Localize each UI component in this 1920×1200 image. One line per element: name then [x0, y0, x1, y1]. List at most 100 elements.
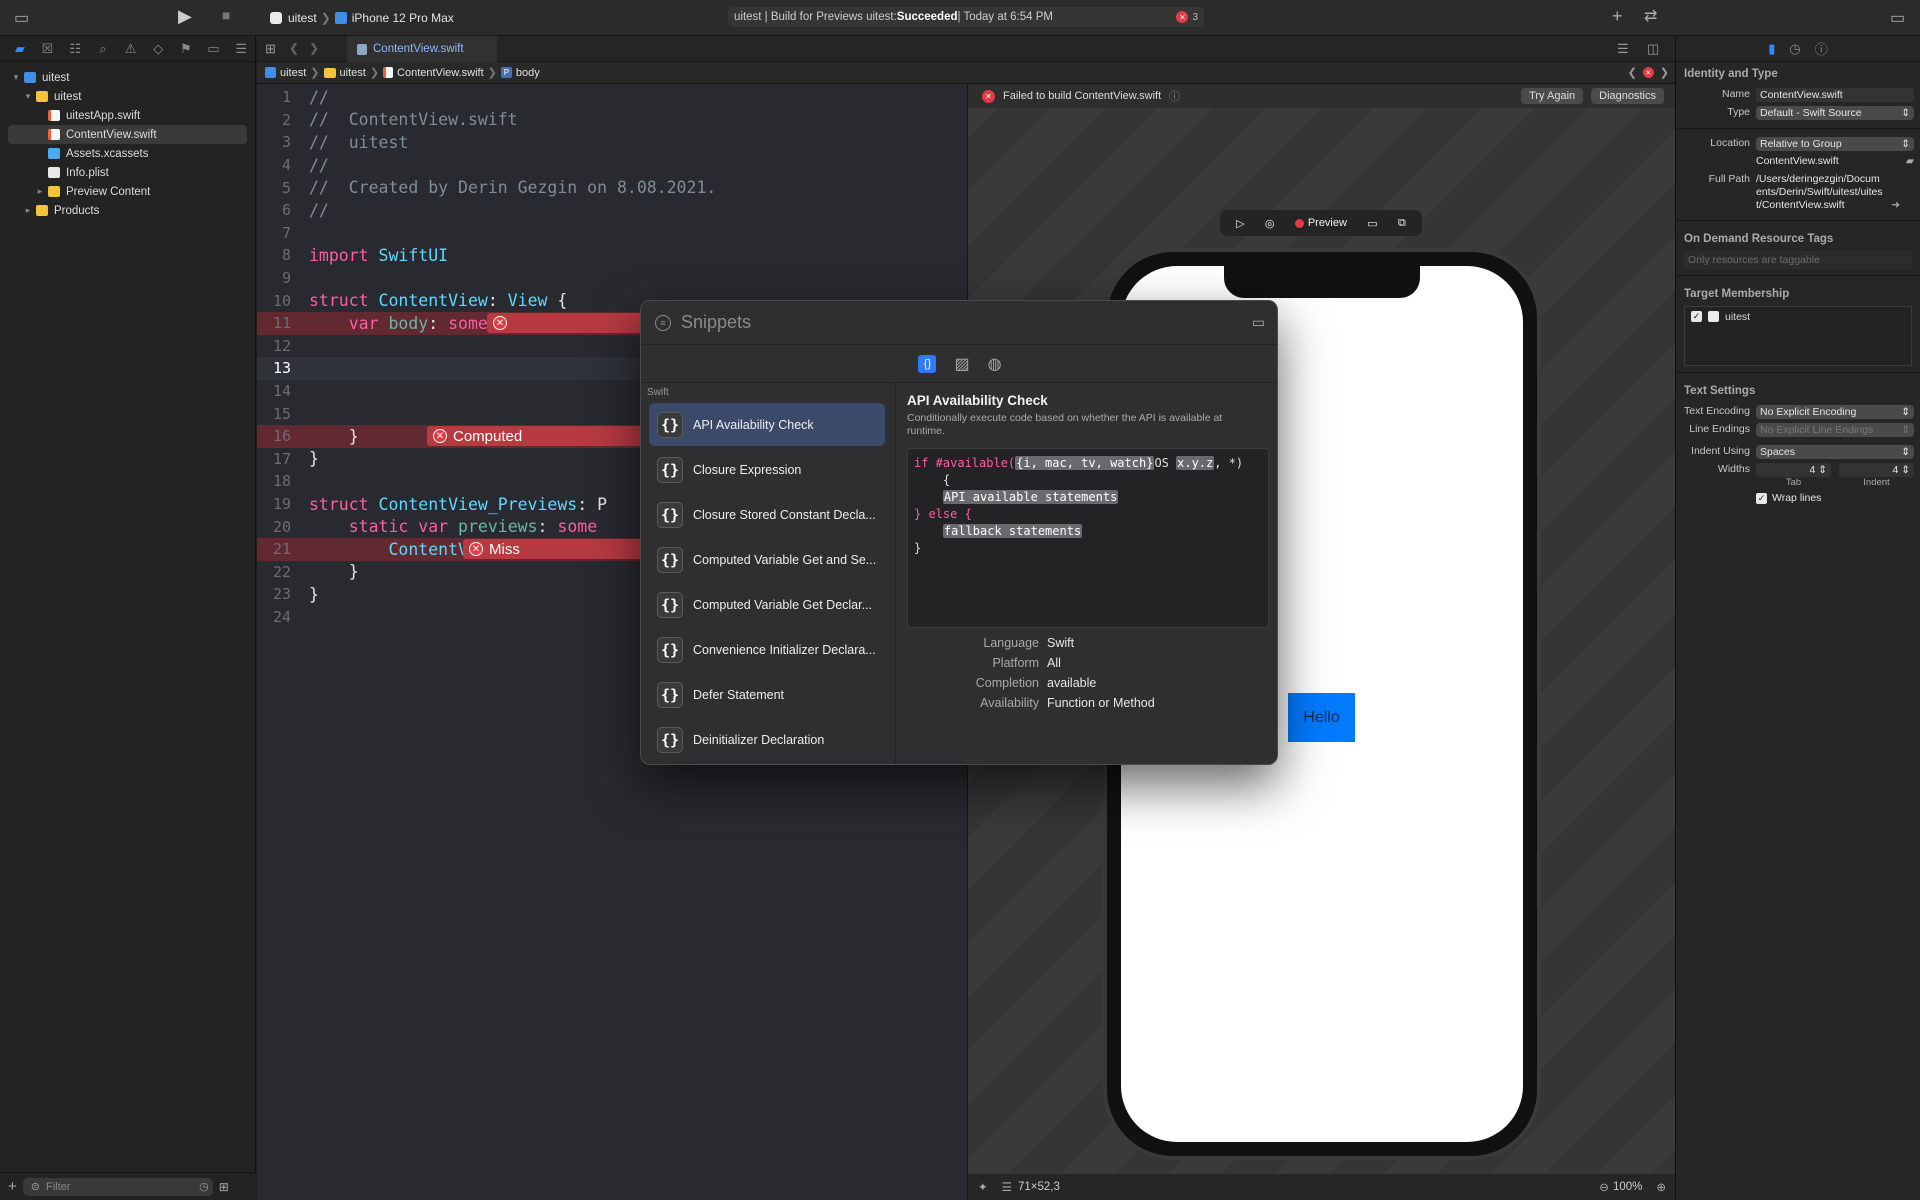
folder-icon[interactable]: ▰ — [6, 41, 34, 57]
preview-button[interactable]: Preview — [1294, 217, 1347, 229]
encoding-select[interactable]: No Explicit Encoding ⇕ — [1756, 405, 1914, 419]
breakpoint-icon[interactable]: ▭ — [200, 41, 228, 57]
inspector-toggle-icon[interactable]: ▭ — [1890, 8, 1905, 28]
snippet-item[interactable]: {} Computed Variable Get Declar... — [649, 583, 885, 626]
zoom-level[interactable]: 100% — [1613, 1181, 1642, 1193]
search-icon[interactable]: ⌕ — [89, 41, 117, 57]
code-text: , *) — [1214, 456, 1244, 470]
pin-icon[interactable]: ✦ — [978, 1180, 988, 1194]
run-icon[interactable]: ▶ — [178, 6, 192, 27]
encoding-label: Text Encoding — [1684, 405, 1750, 417]
scheme-selector[interactable]: uitest ❯ iPhone 12 Pro Max — [270, 9, 454, 27]
tab-content-view[interactable]: ContentView.swift — [347, 36, 497, 62]
folder-icon[interactable]: ▰ — [1906, 155, 1914, 167]
tree-item[interactable]: Info.plist — [0, 163, 255, 182]
wrap-lines-checkbox[interactable]: ✓ — [1756, 492, 1767, 504]
jump-folder[interactable]: uitest — [340, 67, 366, 79]
next-issue-icon[interactable]: ❯ — [1660, 66, 1669, 79]
help-icon[interactable]: ⓘ — [1815, 39, 1828, 58]
split-editor-icon[interactable]: ◫ — [1647, 41, 1659, 57]
media-category-icon[interactable]: ▨ — [954, 354, 969, 374]
snippet-item[interactable]: {} API Availability Check — [649, 403, 885, 446]
info-icon[interactable]: ⓘ — [1169, 88, 1180, 104]
zoom-in-icon[interactable]: ⊕ — [1656, 1180, 1666, 1194]
inspect-icon[interactable]: ◎ — [1265, 217, 1275, 230]
jump-symbol[interactable]: body — [516, 67, 540, 79]
file-inspector-icon[interactable]: ▮ — [1768, 41, 1775, 57]
stop-icon[interactable]: ■ — [222, 7, 230, 23]
tree-item[interactable]: ▾ uitest — [0, 68, 255, 87]
odr-tags-field[interactable]: Only resources are taggable — [1684, 251, 1912, 269]
code-line[interactable]: 7 — [257, 222, 967, 245]
chevron-down-icon[interactable]: ▾ — [22, 91, 34, 102]
source-control-icon[interactable]: ☒ — [34, 41, 62, 57]
code-line[interactable]: 9 — [257, 267, 967, 290]
snippet-item[interactable]: {} Computed Variable Get and Se... — [649, 538, 885, 581]
checkbox-checked[interactable]: ✓ — [1691, 311, 1702, 322]
indent-width-field[interactable]: 4 ⇕ — [1839, 463, 1914, 477]
duplicate-preview-icon[interactable]: ⧉ — [1398, 217, 1406, 230]
tab-width-field[interactable]: 4 ⇕ — [1756, 463, 1831, 477]
code-line[interactable]: 1 // — [257, 86, 967, 109]
tree-item[interactable]: ▸ Preview Content — [0, 182, 255, 201]
back-icon[interactable]: ❮ — [289, 41, 299, 55]
debug-icon[interactable]: ⚑ — [172, 41, 200, 57]
chevron-down-icon[interactable]: ▾ — [10, 72, 22, 83]
location-select[interactable]: Relative to Group ⇕ — [1756, 137, 1914, 151]
chevron-right-icon[interactable]: ▸ — [34, 186, 46, 197]
snippet-item[interactable]: {} Defer Statement — [649, 673, 885, 716]
tree-item[interactable]: ContentView.swift — [8, 125, 247, 144]
tree-item[interactable]: ▾ uitest — [0, 87, 255, 106]
type-label: Type — [1727, 106, 1750, 118]
history-icon[interactable]: ◷ — [1789, 41, 1800, 57]
add-file-icon[interactable]: + — [8, 1178, 17, 1195]
forward-icon[interactable]: ❯ — [309, 41, 319, 55]
swap-arrows-icon[interactable]: ⇄ — [1644, 6, 1657, 26]
sidebar-toggle-icon[interactable]: ▭ — [14, 8, 29, 28]
add-icon[interactable]: + — [1612, 6, 1623, 27]
test-icon[interactable]: ◇ — [144, 41, 172, 57]
code-line[interactable]: 3 // uitest — [257, 131, 967, 154]
type-select[interactable]: Default - Swift Source ⇕ — [1756, 106, 1914, 120]
code-line[interactable]: 8 import SwiftUI — [257, 244, 967, 267]
tree-item[interactable]: uitestApp.swift — [0, 106, 255, 125]
hello-button[interactable]: Hello — [1288, 693, 1355, 742]
clock-icon[interactable]: ◷ — [199, 1180, 209, 1193]
snippet-item[interactable]: {} Closure Expression — [649, 448, 885, 491]
chevron-right-icon[interactable]: ▸ — [22, 205, 34, 216]
jump-project[interactable]: uitest — [280, 67, 306, 79]
symbol-icon[interactable]: ☷ — [61, 41, 89, 57]
editor-options-icon[interactable]: ☰ — [1617, 41, 1629, 57]
indent-using-select[interactable]: Spaces ⇕ — [1756, 445, 1914, 459]
device-settings-icon[interactable]: ▭ — [1367, 217, 1377, 230]
code-line[interactable]: 6 // — [257, 199, 967, 222]
code-line[interactable]: 4 // — [257, 154, 967, 177]
name-field[interactable]: ContentView.swift — [1756, 88, 1914, 102]
grid-icon[interactable]: ⊞ — [265, 41, 276, 57]
error-badge[interactable]: ✕ 3 — [1176, 11, 1198, 23]
code-text: // — [309, 87, 329, 107]
reveal-arrow-icon[interactable]: ➜ — [1891, 199, 1900, 212]
snippet-item[interactable]: {} Deinitializer Declaration — [649, 718, 885, 761]
report-icon[interactable]: ☰ — [227, 41, 255, 57]
filter-input[interactable]: ⊜ Filter ◷ — [22, 1177, 213, 1196]
snippets-category-icon[interactable]: {} — [918, 354, 937, 373]
live-preview-icon[interactable]: ▷ — [1236, 217, 1244, 230]
color-category-icon[interactable]: ◍ — [988, 354, 1002, 374]
scm-filter-icon[interactable]: ⊞ — [219, 1180, 229, 1194]
previous-issue-icon[interactable]: ❮ — [1628, 66, 1637, 79]
warning-icon[interactable]: ⚠ — [117, 41, 145, 57]
line-endings-select[interactable]: No Explicit Line Endings ⇕ — [1756, 423, 1914, 437]
tree-item[interactable]: Assets.xcassets — [0, 144, 255, 163]
try-again-button[interactable]: Try Again — [1521, 88, 1584, 104]
tree-item[interactable]: ▸ Products — [0, 201, 255, 220]
jump-file[interactable]: ContentView.swift — [397, 67, 484, 79]
snippet-item[interactable]: {} Closure Stored Constant Decla... — [649, 493, 885, 536]
window-icon[interactable]: ▭ — [1252, 314, 1265, 331]
diagnostics-button[interactable]: Diagnostics — [1591, 88, 1664, 104]
code-line[interactable]: 2 // ContentView.swift — [257, 109, 967, 132]
snippets-search-input[interactable]: Snippets — [681, 312, 751, 333]
snippet-item[interactable]: {} Convenience Initializer Declara... — [649, 628, 885, 671]
code-line[interactable]: 5 // Created by Derin Gezgin on 8.08.2021… — [257, 176, 967, 199]
zoom-out-icon[interactable]: ⊖ — [1599, 1180, 1609, 1194]
